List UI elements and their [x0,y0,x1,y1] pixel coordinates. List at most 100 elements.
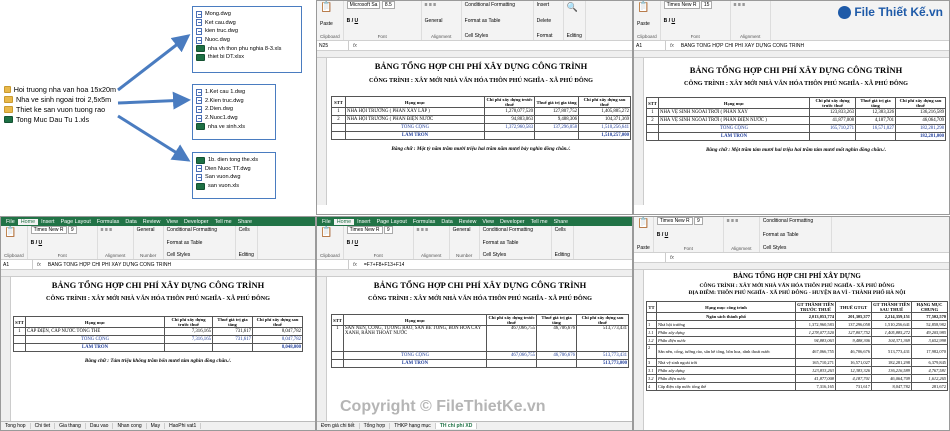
font-select[interactable]: Times New R [30,226,67,234]
sheet-area[interactable]: BẢNG TỔNG HỢP CHI PHÍ XÂY DỰNG CÔNG TRÌN… [317,51,632,205]
tab-file[interactable]: File [319,219,334,225]
table-row[interactable]: 3.1 Phần xây dựng 123,833,263 12,383,326 136… [646,366,948,375]
name-box[interactable] [634,253,666,262]
file-item[interactable]: kien truc.dwg [193,27,301,36]
align-icon[interactable]: ≡ ≡ ≡ [734,2,767,8]
format-button[interactable]: Format [537,33,560,39]
tab-home[interactable]: Home [17,218,39,225]
table-row[interactable]: 2 Sân nền, cổng, tường rào, sân bê tông, … [646,344,948,359]
sheet-area[interactable]: BẢNG TỔNG HỢP CHI PHÍ XÂY DỰNG CÔNG TRÌN… [634,263,949,430]
table-row[interactable]: 1 CẤP ĐIỆN, CẤP NƯỚC TỔNG THỂ 7,316,165 731… [13,327,303,336]
font-select[interactable]: Microsoft Sa [346,1,381,9]
align-icon[interactable]: ≡ ≡ ≡ [425,2,458,8]
tab-insert[interactable]: Insert [38,219,57,225]
file-item[interactable]: Mong.dwg [193,10,301,19]
total-row[interactable]: TỔNG CỘNG 7,316,165 731,617 8,047,782 [13,335,303,344]
wrap-select[interactable]: General [425,18,458,24]
file-item[interactable]: Nuoc.dwg [193,36,301,45]
sheet-tab[interactable]: Tong hop [1,423,31,429]
formula-input[interactable]: BẢNG TỔNG HỢP CHI PHÍ XÂY DỰNG CÔNG TRÌN… [45,262,171,268]
table-row[interactable]: 2 NHÀ VỆ SINH NGOÀI TRỜI ( PHẦN ĐIỆN NƯỚC… [646,116,946,125]
sheet-tab[interactable]: Chi tiet [31,423,56,429]
bold-button[interactable]: B I U [664,18,727,24]
conditional-formatting-button[interactable]: Conditional Formatting [465,2,530,8]
tab-developer[interactable]: Developer [497,219,528,225]
insert-button[interactable]: Insert [537,2,560,8]
table-row[interactable]: 2 NHÀ HỘI TRƯỜNG ( PHẦN ĐIỆN NƯỚC 94,883,0… [331,115,631,124]
sheet-tab[interactable]: Tổng hợp [360,423,391,429]
sheet-tab[interactable]: Đơn giá chi tiết [317,423,360,429]
name-box[interactable] [317,260,349,269]
table-row[interactable]: 1 Nhà hội trường 1,372,960,583 137,296,058 1… [646,320,948,329]
size-select[interactable]: 15 [700,1,713,9]
rounded-row[interactable]: LÀM TRÒN 182,281,000 [646,132,946,141]
table-row[interactable]: 4 Cấp điện cấp nước tổng thể 7,316,165 731,… [646,382,948,391]
cell-styles-button[interactable]: Cell Styles [465,33,530,39]
file-item[interactable]: nha ve sinh.xls [193,122,275,131]
search-icon[interactable]: 🔍 [567,2,582,13]
rounded-row[interactable]: LÀM TRÒN 513,773,000 [331,359,629,368]
tab-insert[interactable]: Insert [354,219,373,225]
paste-icon[interactable]: 📋 [320,2,340,13]
file-item[interactable]: nha vh thon phu nghia 8-3.xls [193,44,301,53]
table-row[interactable]: 1 NHÀ HỘI TRƯỜNG ( PHẦN XÂY LẮP ) 1,278,07… [331,107,631,116]
font-select[interactable]: Times New R [346,226,383,234]
sheet-area[interactable]: BẢNG TỔNG HỢP CHI PHÍ XÂY DỰNG CÔNG TRÌN… [1,270,315,423]
sheet-tab[interactable]: Dau vao [86,423,114,429]
size-select[interactable]: 9 [383,226,393,234]
delete-button[interactable]: Delete [537,18,560,24]
sheet-tab[interactable]: HaoPhi vat1 [165,423,202,429]
file-item[interactable]: thiet bi DT.xlsx [193,53,301,62]
sheet-tab[interactable]: Nhan cong [113,423,147,429]
name-box[interactable]: A1 [1,260,33,269]
sheet-area[interactable]: BẢNG TỔNG HỢP CHI PHÍ XÂY DỰNG CÔNG TRÌN… [634,51,949,205]
bold-button[interactable]: B I U [347,240,410,246]
paste-icon[interactable]: 📋 [637,2,657,13]
sheet-tab[interactable]: Gia thang [55,423,86,429]
total-row[interactable]: TỔNG CỘNG 1,372,960,583 137,296,058 1,510,2… [331,123,631,132]
tab-data[interactable]: Data [122,219,139,225]
file-item[interactable]: Ket cau.dwg [193,19,301,28]
tab-view[interactable]: View [163,219,181,225]
file-item[interactable]: san vuon.xls [193,182,275,191]
align-icon[interactable]: ≡ ≡ ≡ [417,227,446,233]
paste-icon[interactable]: 📋 [320,227,340,238]
align-icon[interactable]: ≡ ≡ ≡ [101,227,130,233]
sheet-tab[interactable]: May [147,423,166,429]
formula-input[interactable]: BẢNG TỔNG HỢP CHI PHÍ XÂY DỰNG CÔNG TRÌN… [678,43,804,49]
table-row[interactable]: 3.2 Phần điện nước 41,877,008 4,187,701 46,0… [646,374,948,383]
file-item[interactable]: San vuon.dwg [193,173,275,182]
paste-icon[interactable]: 📋 [637,218,650,229]
tab-review[interactable]: Review [140,219,164,225]
share-button[interactable]: Share [235,219,255,225]
size-select[interactable]: 9 [694,217,703,225]
sheet-tab[interactable]: THKP hạng mục [390,423,436,429]
bold-button[interactable]: B I U [31,240,94,246]
tab-formulas[interactable]: Formulas [94,219,122,225]
bold-button[interactable]: B I U [347,18,418,24]
table-row[interactable]: 1 NHÀ VỆ SINH NGOÀI TRỜI ( PHẦN XÂY 123,83… [646,108,946,117]
table-row[interactable]: Ngân sách thành phố 2,013,053,774 201,305,… [646,312,948,321]
tell-me[interactable]: Tell me [528,219,551,225]
file-item[interactable]: 1.Ket cau 1.dwg [193,88,275,97]
align-icon[interactable]: ≡ ≡ ≡ [727,218,756,224]
total-row[interactable]: TỔNG CỘNG 165,710,271 16,571,027 182,281,29… [646,124,946,133]
name-box[interactable]: N25 [317,41,349,50]
tab-page-layout[interactable]: Page Layout [374,219,410,225]
sheet-tab-active[interactable]: TH chi phí XD [435,423,478,429]
file-item[interactable]: Dien Nuoc TT.dwg [193,165,275,174]
table-row[interactable]: 3 Nhà vệ sinh ngoài trời 165,710,271 16,571… [646,358,948,367]
table-row[interactable]: 1.1 Phần xây dựng 1,278,077,520 127,807,752… [646,328,948,337]
rounded-row[interactable]: LÀM TRÒN 1,510,257,000 [331,131,631,140]
tab-formulas[interactable]: Formulas [410,219,438,225]
tab-file[interactable]: File [3,219,18,225]
name-box[interactable]: A1 [634,41,666,50]
size-select[interactable]: 8.5 [381,1,395,9]
file-item[interactable]: 2.Nuoc1.dwg [193,114,275,123]
share-button[interactable]: Share [551,219,571,225]
tab-view[interactable]: View [479,219,497,225]
rounded-row[interactable]: LÀM TRÒN 8,048,000 [13,343,303,352]
file-item[interactable]: 1b. dien tong the.xls [193,156,275,165]
bold-button[interactable]: B I U [657,232,720,238]
table-row[interactable]: 1 SAN NỀN, CỔNG, TƯỜNG RÀO, SÂN BÊ TÔNG, … [331,325,629,352]
